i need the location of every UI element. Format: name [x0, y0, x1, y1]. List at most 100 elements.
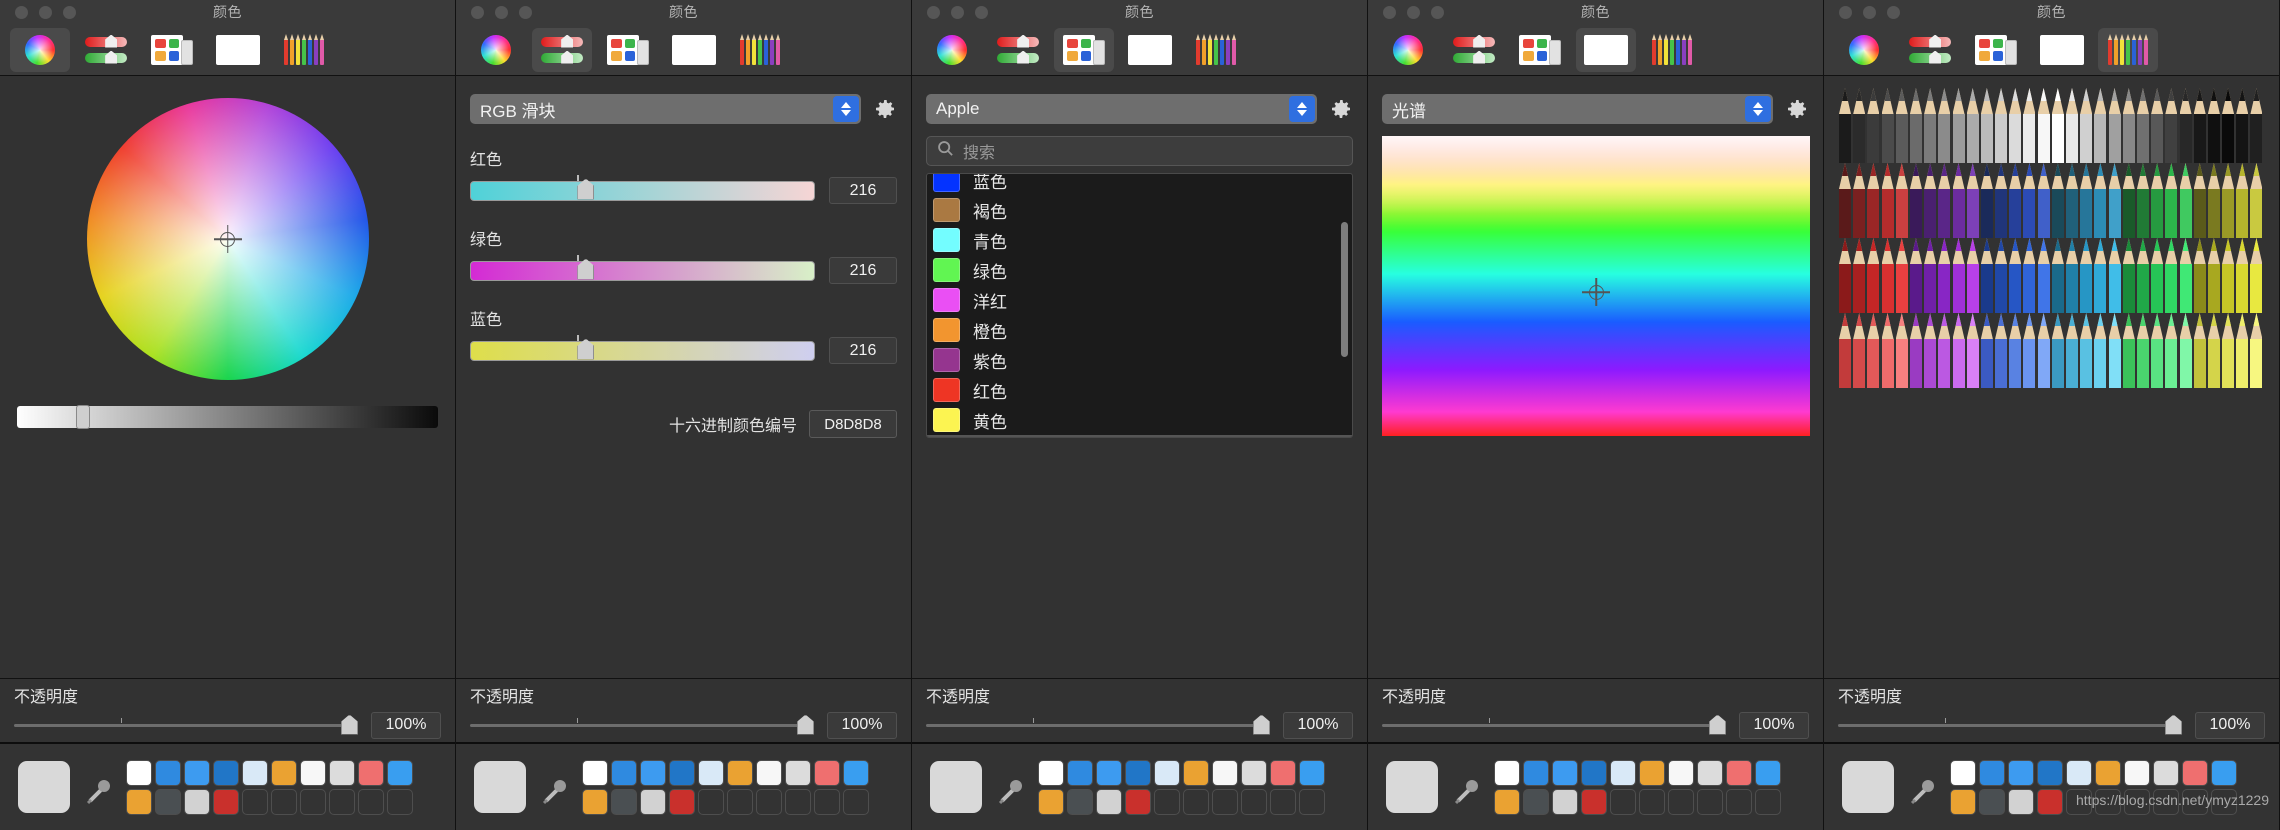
- opacity-thumb[interactable]: [1709, 714, 1726, 735]
- eyedropper-icon[interactable]: [540, 767, 568, 807]
- pencil[interactable]: [2235, 313, 2249, 388]
- pencil[interactable]: [1852, 238, 1866, 313]
- tab-pencils[interactable]: [1186, 28, 1246, 72]
- pencil[interactable]: [2051, 313, 2065, 388]
- opacity-slider[interactable]: [1838, 714, 2182, 735]
- pencil[interactable]: [1895, 238, 1909, 313]
- toolbar[interactable]: [456, 24, 911, 76]
- tab-pencils[interactable]: [730, 28, 790, 72]
- pencil[interactable]: [2079, 313, 2093, 388]
- pencil[interactable]: [1838, 313, 1852, 388]
- toolbar[interactable]: [1824, 24, 2279, 76]
- pencil[interactable]: [2065, 313, 2079, 388]
- eyedropper-icon[interactable]: [996, 767, 1024, 807]
- pencil[interactable]: [2037, 313, 2051, 388]
- stepper-icon[interactable]: [833, 96, 859, 122]
- pencil[interactable]: [2193, 88, 2207, 163]
- search-input[interactable]: 搜索: [926, 136, 1353, 166]
- current-color-swatch[interactable]: [474, 761, 526, 813]
- tab-image-palettes[interactable]: [2032, 28, 2092, 72]
- pencil[interactable]: [2051, 163, 2065, 238]
- pencil[interactable]: [2136, 88, 2150, 163]
- spectrum-picker[interactable]: [1382, 136, 1810, 436]
- pencil[interactable]: [1866, 88, 1880, 163]
- pencil[interactable]: [1881, 163, 1895, 238]
- current-color-swatch[interactable]: [1386, 761, 1438, 813]
- list-item[interactable]: 蓝色: [927, 174, 1352, 195]
- pencil[interactable]: [2179, 313, 2193, 388]
- eyedropper-icon[interactable]: [1452, 767, 1480, 807]
- tab-color-sliders[interactable]: [1444, 28, 1504, 72]
- pencil[interactable]: [2122, 313, 2136, 388]
- pencil[interactable]: [2136, 163, 2150, 238]
- pencil[interactable]: [2164, 238, 2178, 313]
- pencil[interactable]: [2150, 313, 2164, 388]
- opacity-value[interactable]: 100%: [2195, 711, 2265, 739]
- pencil[interactable]: [1838, 238, 1852, 313]
- pencil[interactable]: [1895, 88, 1909, 163]
- wheel-crosshair-icon[interactable]: [217, 228, 239, 250]
- pencil[interactable]: [2136, 238, 2150, 313]
- tab-pencils[interactable]: [1642, 28, 1702, 72]
- pencil[interactable]: [1923, 313, 1937, 388]
- pencil[interactable]: [2037, 238, 2051, 313]
- pencil[interactable]: [2249, 313, 2263, 388]
- pencil[interactable]: [2108, 238, 2122, 313]
- tab-pencils[interactable]: [2098, 27, 2158, 72]
- pencil[interactable]: [1881, 88, 1895, 163]
- tab-color-sliders[interactable]: [532, 27, 592, 72]
- pencil[interactable]: [2008, 238, 2022, 313]
- current-color-swatch[interactable]: [1842, 761, 1894, 813]
- slider-value-green[interactable]: 216: [829, 257, 897, 284]
- pencil[interactable]: [1852, 313, 1866, 388]
- pencil[interactable]: [2093, 238, 2107, 313]
- current-color-swatch[interactable]: [930, 761, 982, 813]
- pencil[interactable]: [2108, 313, 2122, 388]
- pencil[interactable]: [2108, 88, 2122, 163]
- slider-value-blue[interactable]: 216: [829, 337, 897, 364]
- pencil[interactable]: [1980, 163, 1994, 238]
- pencil[interactable]: [2164, 163, 2178, 238]
- spectrum-crosshair-icon[interactable]: [1585, 281, 1607, 303]
- gear-icon[interactable]: [1329, 97, 1353, 121]
- pencil[interactable]: [1923, 88, 1937, 163]
- pencil[interactable]: [1994, 88, 2008, 163]
- opacity-value[interactable]: 100%: [1283, 711, 1353, 739]
- pencil[interactable]: [2249, 88, 2263, 163]
- pencil[interactable]: [2065, 238, 2079, 313]
- pencil[interactable]: [1838, 88, 1852, 163]
- opacity-thumb[interactable]: [2165, 714, 2182, 735]
- slider-thumb[interactable]: [577, 178, 595, 200]
- eyedropper-icon[interactable]: [84, 767, 112, 807]
- opacity-value[interactable]: 100%: [1739, 711, 1809, 739]
- opacity-slider[interactable]: [1382, 714, 1726, 735]
- tab-color-wheel[interactable]: [10, 27, 70, 72]
- list-item[interactable]: 紫色: [927, 345, 1352, 375]
- gear-icon[interactable]: [873, 97, 897, 121]
- stepper-icon[interactable]: [1289, 96, 1315, 122]
- list-item[interactable]: 绿色: [927, 255, 1352, 285]
- pencil[interactable]: [2179, 163, 2193, 238]
- pencil[interactable]: [1852, 163, 1866, 238]
- tab-color-sliders[interactable]: [988, 28, 1048, 72]
- list-item[interactable]: 青色: [927, 225, 1352, 255]
- pencil[interactable]: [2235, 88, 2249, 163]
- pencil[interactable]: [1966, 238, 1980, 313]
- pencil[interactable]: [1980, 88, 1994, 163]
- pencil[interactable]: [2179, 238, 2193, 313]
- tab-color-wheel[interactable]: [1834, 28, 1894, 72]
- pencil[interactable]: [1937, 88, 1951, 163]
- pencil[interactable]: [2022, 88, 2036, 163]
- pencil[interactable]: [2008, 88, 2022, 163]
- pencil[interactable]: [2207, 313, 2221, 388]
- pencil[interactable]: [2065, 163, 2079, 238]
- pencil[interactable]: [2093, 163, 2107, 238]
- pencil[interactable]: [2164, 313, 2178, 388]
- pencil[interactable]: [1952, 163, 1966, 238]
- swatch-grid[interactable]: [126, 759, 413, 815]
- opacity-thumb[interactable]: [797, 714, 814, 735]
- tab-color-wheel[interactable]: [466, 28, 526, 72]
- list-item[interactable]: 洋红: [927, 285, 1352, 315]
- pencil[interactable]: [2249, 163, 2263, 238]
- list-item[interactable]: 白色: [927, 435, 1352, 437]
